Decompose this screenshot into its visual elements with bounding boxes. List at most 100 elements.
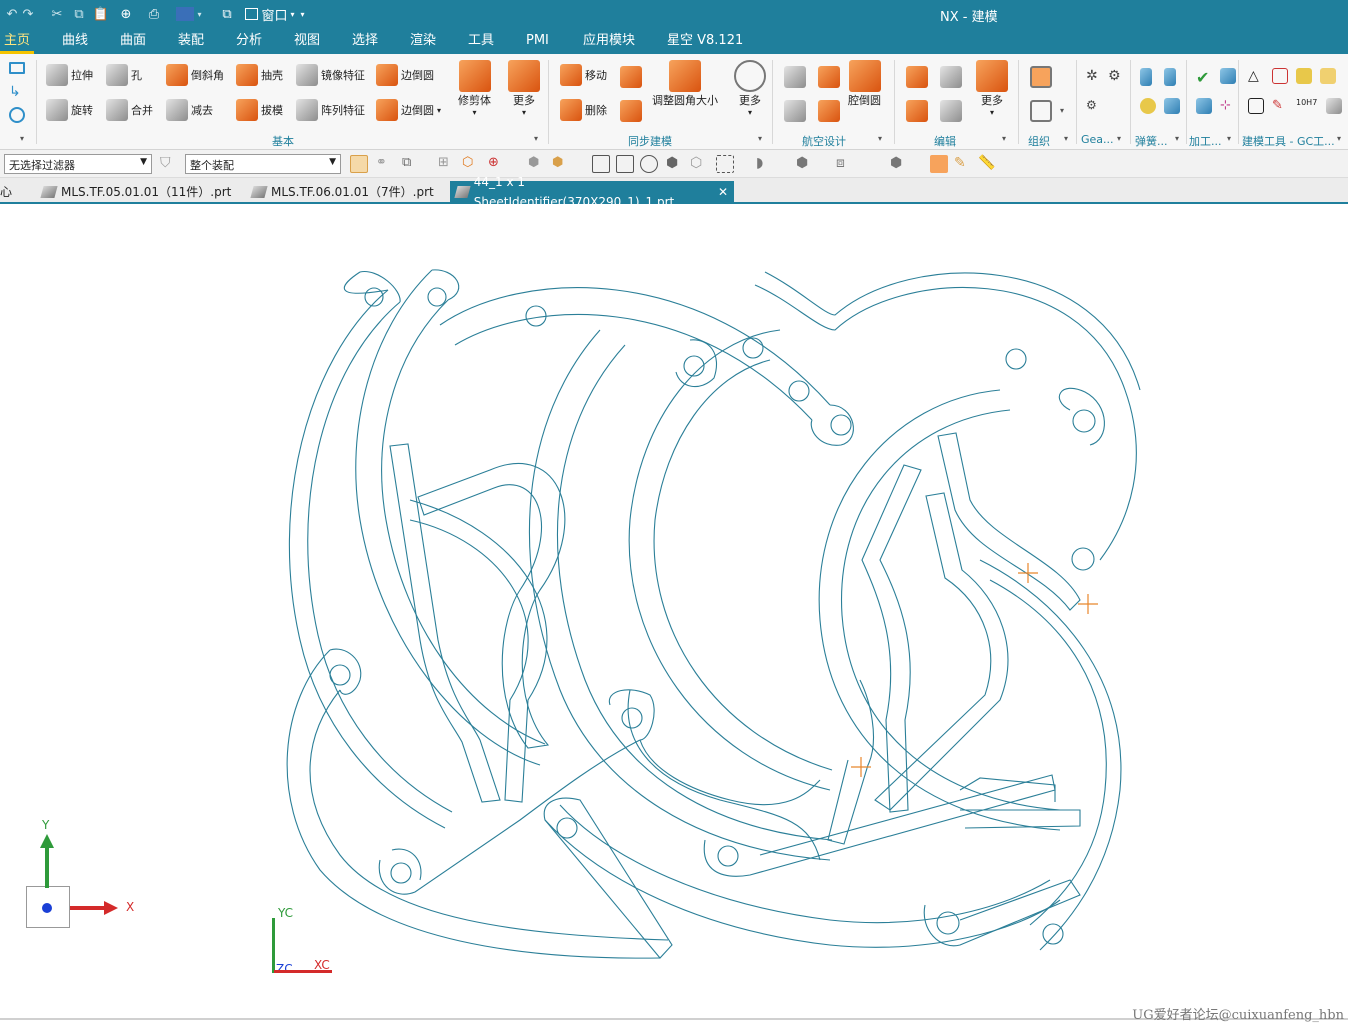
doc-tab-sheet-identifier[interactable]: 44_1 x 1 SheetIdentifier(370X290_1)_1.pr… bbox=[450, 175, 734, 209]
redo-icon[interactable]: ↷ bbox=[20, 4, 36, 24]
mirror-feature-button[interactable]: 镜像特征 bbox=[296, 64, 365, 86]
chevron-down-icon[interactable]: ▾ bbox=[1064, 134, 1068, 143]
doc-tab-partial[interactable]: 心 bbox=[0, 181, 18, 203]
chevron-down-icon[interactable]: ▾ bbox=[1175, 134, 1179, 143]
pen-icon[interactable]: ✎ bbox=[1272, 98, 1288, 114]
pattern-feature-button[interactable]: 阵列特征 bbox=[296, 99, 365, 121]
triangle-icon[interactable]: △ bbox=[1248, 68, 1264, 84]
type-filter-select[interactable]: 无选择过滤器 ▼ bbox=[4, 154, 152, 174]
edge-blend-button[interactable]: 边倒圆 bbox=[376, 64, 434, 86]
aero-joggle-icon[interactable] bbox=[818, 66, 840, 88]
edit-parameters-icon[interactable] bbox=[906, 66, 928, 88]
trim-body-button[interactable]: 修剪体 ▾ bbox=[458, 60, 491, 117]
zoom-icon[interactable] bbox=[616, 155, 634, 173]
machining-setup-icon[interactable] bbox=[1196, 98, 1212, 114]
sync-more-button[interactable]: 更多 ▾ bbox=[734, 60, 766, 117]
tab-analysis[interactable]: 分析 bbox=[232, 32, 266, 54]
funnel-icon[interactable]: ⛉ bbox=[160, 155, 178, 173]
tab-xingkong[interactable]: 星空 V8.121 bbox=[663, 32, 747, 54]
draft-button[interactable]: 拔模 bbox=[236, 99, 283, 121]
table-icon[interactable] bbox=[1272, 68, 1288, 84]
coordinate-icon[interactable]: ⊹ bbox=[1220, 98, 1236, 114]
point-snap-icon[interactable]: ⊕ bbox=[488, 155, 506, 173]
snap-icon[interactable]: ⚭ bbox=[376, 155, 394, 173]
spring-tool-icon[interactable] bbox=[1164, 68, 1176, 86]
tab-pmi[interactable]: PMI bbox=[522, 32, 553, 54]
replace-face-icon[interactable] bbox=[620, 100, 642, 122]
component-icon[interactable] bbox=[1326, 98, 1342, 114]
solid-body-icon[interactable]: ⬢ bbox=[528, 155, 546, 173]
hole-button[interactable]: 孔 bbox=[106, 64, 142, 86]
profile-icon[interactable]: ↳ bbox=[9, 84, 25, 100]
layer-icon[interactable]: ⧈ bbox=[836, 155, 854, 173]
chevron-down-icon[interactable]: ▾ bbox=[758, 134, 762, 143]
doc-tab-mls-06[interactable]: MLS.TF.06.01.01（7件）.prt bbox=[246, 181, 440, 203]
cavity-blend-button[interactable]: 腔倒圆 bbox=[848, 60, 881, 108]
tab-surface[interactable]: 曲面 bbox=[116, 32, 150, 54]
basic-more-button[interactable]: 更多 ▾ bbox=[508, 60, 540, 117]
window-switch-icon[interactable]: ⧉ bbox=[218, 4, 236, 24]
graphics-window[interactable]: Y X YC ZC XC bbox=[0, 206, 1348, 1018]
chevron-down-icon[interactable]: ▾ bbox=[20, 134, 24, 143]
grid-icon[interactable] bbox=[1296, 68, 1312, 84]
paste-icon[interactable]: 📋 bbox=[92, 4, 110, 24]
chevron-down-icon[interactable]: ▾ bbox=[1060, 106, 1064, 115]
window-menu[interactable]: 窗口 ▾ ▾ bbox=[240, 4, 310, 24]
offset-region-icon[interactable] bbox=[620, 66, 642, 88]
tab-view[interactable]: 视图 bbox=[290, 32, 324, 54]
shell-button[interactable]: 抽壳 bbox=[236, 64, 283, 86]
cube-view-icon[interactable]: ⬢ bbox=[796, 155, 814, 173]
rotate-icon[interactable] bbox=[640, 155, 658, 173]
move-feature-icon[interactable] bbox=[906, 100, 928, 122]
revolve-button[interactable]: 旋转 bbox=[46, 99, 93, 121]
print-icon[interactable]: ⎙ bbox=[144, 4, 164, 24]
touch-mode-icon[interactable]: ⊕ bbox=[116, 4, 136, 24]
rectangle-icon[interactable] bbox=[9, 62, 25, 74]
assembly-scope-select[interactable]: 整个装配 ▼ bbox=[185, 154, 341, 174]
tab-curve[interactable]: 曲线 bbox=[58, 32, 92, 54]
chevron-down-icon[interactable]: ▾ bbox=[878, 134, 882, 143]
shaded-icon[interactable]: ⬢ bbox=[666, 155, 684, 173]
unite-button[interactable]: 合并 bbox=[106, 99, 153, 121]
select-all-icon[interactable]: ⊞ bbox=[438, 155, 456, 173]
chevron-down-icon[interactable]: ▾ bbox=[1002, 134, 1006, 143]
fit-view-icon[interactable] bbox=[592, 155, 610, 173]
sheet-icon[interactable] bbox=[1248, 98, 1264, 114]
copy-icon[interactable]: ⧉ bbox=[70, 4, 88, 24]
edge-blend-button-2[interactable]: 边倒圆 ▾ bbox=[376, 99, 441, 121]
doc-tab-mls-05[interactable]: MLS.TF.05.01.01（11件）.prt bbox=[36, 181, 237, 203]
chevron-down-icon[interactable]: ▾ bbox=[1227, 134, 1231, 143]
edit-more-button[interactable]: 更多 ▾ bbox=[976, 60, 1008, 117]
tolerance-icon[interactable]: 10H7 bbox=[1296, 98, 1318, 114]
delete-face-button[interactable]: 删除 bbox=[560, 99, 607, 121]
tab-home[interactable]: 主页 bbox=[0, 32, 35, 54]
aero-pocket-icon[interactable] bbox=[818, 100, 840, 122]
wireframe-icon[interactable]: ⬡ bbox=[690, 155, 708, 173]
gear-display-icon[interactable]: ⚙ bbox=[1086, 98, 1104, 116]
close-icon[interactable]: ✕ bbox=[718, 182, 728, 202]
circle-icon[interactable] bbox=[9, 107, 25, 123]
part-geometry[interactable] bbox=[0, 206, 1348, 1018]
sheet-body-icon[interactable]: ⬢ bbox=[552, 155, 570, 173]
filter-select-icon[interactable]: ⧉ bbox=[402, 155, 420, 173]
machining-feature-icon[interactable] bbox=[1220, 68, 1236, 84]
tab-select[interactable]: 选择 bbox=[348, 32, 382, 54]
edit-object-display-icon[interactable]: ⬢ bbox=[890, 155, 908, 173]
subtract-button[interactable]: 减去 bbox=[166, 99, 213, 121]
component-select-icon[interactable]: ⬡ bbox=[462, 155, 480, 173]
color-settings-icon[interactable] bbox=[930, 155, 948, 173]
cells-icon[interactable] bbox=[1320, 68, 1336, 84]
tab-applications[interactable]: 应用模块 bbox=[579, 32, 639, 54]
suppress-feature-icon[interactable] bbox=[940, 66, 962, 88]
cylindrical-spring-icon[interactable] bbox=[1140, 68, 1152, 86]
gear-icon[interactable]: ✲ bbox=[1086, 68, 1104, 86]
extrude-button[interactable]: 拉伸 bbox=[46, 64, 93, 86]
measure-icon[interactable]: 📏 bbox=[978, 155, 996, 173]
view-orient-icon[interactable] bbox=[716, 155, 734, 173]
aero-lightening-icon[interactable] bbox=[784, 100, 806, 122]
replay-icon[interactable] bbox=[940, 100, 962, 122]
chamfer-button[interactable]: 倒斜角 bbox=[166, 64, 224, 86]
tab-tools[interactable]: 工具 bbox=[464, 32, 498, 54]
cut-icon[interactable]: ✂ bbox=[48, 4, 66, 24]
layer-settings-icon[interactable] bbox=[1030, 100, 1052, 122]
